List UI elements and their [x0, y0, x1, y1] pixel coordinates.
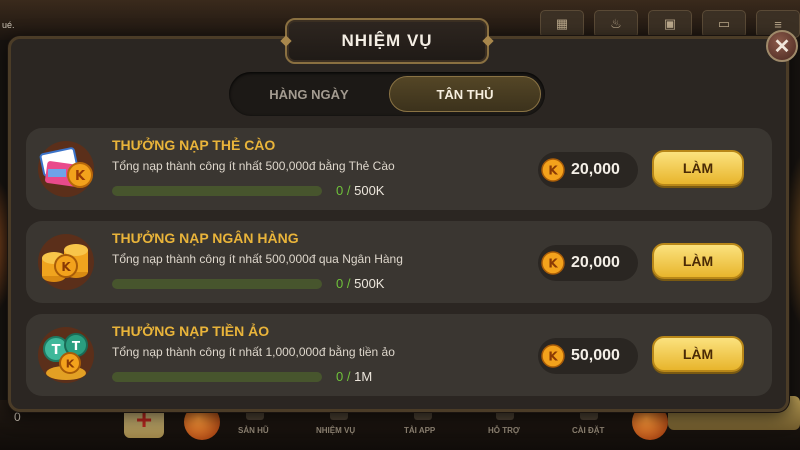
- svg-text:K: K: [75, 169, 86, 184]
- progress-current: 0: [336, 183, 344, 198]
- task-title: THƯỞNG NẠP THẺ CÀO: [112, 137, 276, 153]
- progress-total: 500K: [354, 183, 385, 198]
- background-marquee-text: ué.: [2, 20, 15, 30]
- background-balance: 0: [14, 410, 21, 424]
- close-icon: ✕: [773, 35, 791, 58]
- svg-text:K: K: [66, 358, 75, 371]
- svg-text:T: T: [52, 343, 61, 358]
- modal-title: NHIỆM VỤ: [341, 31, 433, 50]
- reward-pill: K 20,000: [538, 245, 638, 281]
- svg-text:K: K: [61, 260, 71, 274]
- progress-separator: /: [346, 183, 351, 198]
- reward-amount: 20,000: [571, 254, 620, 271]
- task-title: THƯỞNG NẠP NGÂN HÀNG: [112, 230, 299, 246]
- progress-bar: [112, 372, 322, 382]
- progress-label: 0 / 1M: [336, 369, 372, 384]
- progress-separator: /: [346, 276, 351, 291]
- svg-text:K: K: [548, 350, 558, 364]
- cards-icon: ▣: [648, 10, 692, 38]
- reward-amount: 20,000: [571, 161, 620, 178]
- svg-text:T: T: [72, 339, 81, 353]
- mission-tabs: HÀNG NGÀY TÂN THỦ: [229, 72, 545, 116]
- crypto-coin-icon: T T K: [38, 327, 94, 383]
- coin-icon: K: [541, 344, 565, 368]
- video-icon: ▭: [702, 10, 746, 38]
- progress-current: 0: [336, 369, 344, 384]
- progress-bar: [112, 279, 322, 289]
- do-task-button[interactable]: LÀM: [652, 243, 744, 279]
- close-button[interactable]: ✕: [766, 30, 798, 62]
- coin-icon: K: [541, 158, 565, 182]
- fire-icon: ♨: [594, 10, 638, 38]
- nav-label-missions: NHIỆM VỤ: [316, 426, 356, 435]
- tab-daily[interactable]: HÀNG NGÀY: [233, 76, 385, 112]
- reward-pill: K 50,000: [538, 338, 638, 374]
- task-row-crypto: T T K THƯỞNG NẠP TIỀN ẢO Tổng nạp thành …: [26, 314, 772, 396]
- do-task-button[interactable]: LÀM: [652, 336, 744, 372]
- task-row-scratch-card: K THƯỞNG NẠP THẺ CÀO Tổng nạp thành công…: [26, 128, 772, 210]
- task-title: THƯỞNG NẠP TIỀN ẢO: [112, 323, 270, 339]
- progress-current: 0: [336, 276, 344, 291]
- svg-text:K: K: [548, 164, 558, 178]
- scratch-card-icon: K: [38, 141, 94, 197]
- coin-icon: K: [541, 251, 565, 275]
- progress-separator: /: [346, 369, 351, 384]
- tab-new-player[interactable]: TÂN THỦ: [389, 76, 541, 112]
- background-top-icons: ▦ ♨ ▣ ▭ ≡: [540, 10, 800, 38]
- task-description: Tổng nạp thành công ít nhất 500,000đ qua…: [112, 252, 403, 266]
- reward-amount: 50,000: [571, 347, 620, 364]
- grid-icon: ▦: [540, 10, 584, 38]
- progress-bar: [112, 186, 322, 196]
- modal-title-plaque: NHIỆM VỤ: [285, 18, 489, 64]
- nav-label-settings: CÀI ĐẶT: [572, 426, 605, 435]
- svg-text:K: K: [548, 257, 558, 271]
- task-description: Tổng nạp thành công ít nhất 1,000,000đ b…: [112, 345, 395, 359]
- nav-label-jackpot: SẢN HŨ: [238, 426, 269, 435]
- reward-pill: K 20,000: [538, 152, 638, 188]
- task-row-bank: K THƯỞNG NẠP NGÂN HÀNG Tổng nạp thành cô…: [26, 221, 772, 303]
- task-description: Tổng nạp thành công ít nhất 500,000đ bằn…: [112, 159, 395, 173]
- progress-total: 500K: [354, 276, 385, 291]
- progress-label: 0 / 500K: [336, 183, 384, 198]
- progress-total: 1M: [354, 369, 373, 384]
- progress-label: 0 / 500K: [336, 276, 384, 291]
- do-task-button[interactable]: LÀM: [652, 150, 744, 186]
- nav-label-download: TẢI APP: [404, 426, 436, 435]
- coin-stack-icon: K: [38, 234, 94, 290]
- nav-label-support: HỖ TRỢ: [488, 426, 520, 435]
